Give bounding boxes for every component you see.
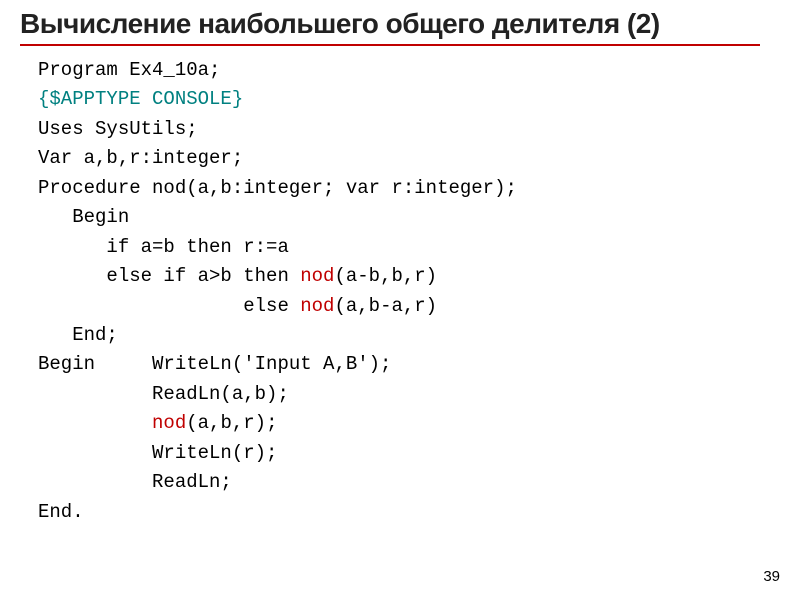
code-line-6: Begin [38, 206, 129, 228]
code-line-4: Var a,b,r:integer; [38, 147, 243, 169]
code-block: Program Ex4_10a; {$APPTYPE CONSOLE} Uses… [0, 56, 800, 527]
code-line-9a: else [38, 295, 300, 317]
code-line-5: Procedure nod(a,b:integer; var r:integer… [38, 177, 517, 199]
page-number: 39 [763, 568, 780, 585]
code-line-7: if a=b then r:=a [38, 236, 289, 258]
code-line-12: ReadLn(a,b); [38, 383, 289, 405]
code-line-13b: nod [152, 412, 186, 434]
code-line-8c: (a-b,b,r) [334, 265, 437, 287]
code-line-11: Begin WriteLn('Input A,B'); [38, 353, 391, 375]
code-line-1: Program Ex4_10a; [38, 59, 220, 81]
code-line-13c: (a,b,r); [186, 412, 277, 434]
slide: Вычисление наибольшего общего делителя (… [0, 0, 800, 600]
code-line-9c: (a,b-a,r) [334, 295, 437, 317]
code-line-16: End. [38, 501, 84, 523]
code-line-14: WriteLn(r); [38, 442, 277, 464]
code-line-2: {$APPTYPE CONSOLE} [38, 88, 243, 110]
code-line-8b: nod [300, 265, 334, 287]
code-line-3: Uses SysUtils; [38, 118, 198, 140]
code-line-10: End; [38, 324, 118, 346]
code-line-9b: nod [300, 295, 334, 317]
code-line-13a [38, 412, 152, 434]
code-line-8a: else if a>b then [38, 265, 300, 287]
title-underline [20, 44, 760, 46]
code-line-15: ReadLn; [38, 471, 232, 493]
slide-title: Вычисление наибольшего общего делителя (… [0, 0, 800, 44]
